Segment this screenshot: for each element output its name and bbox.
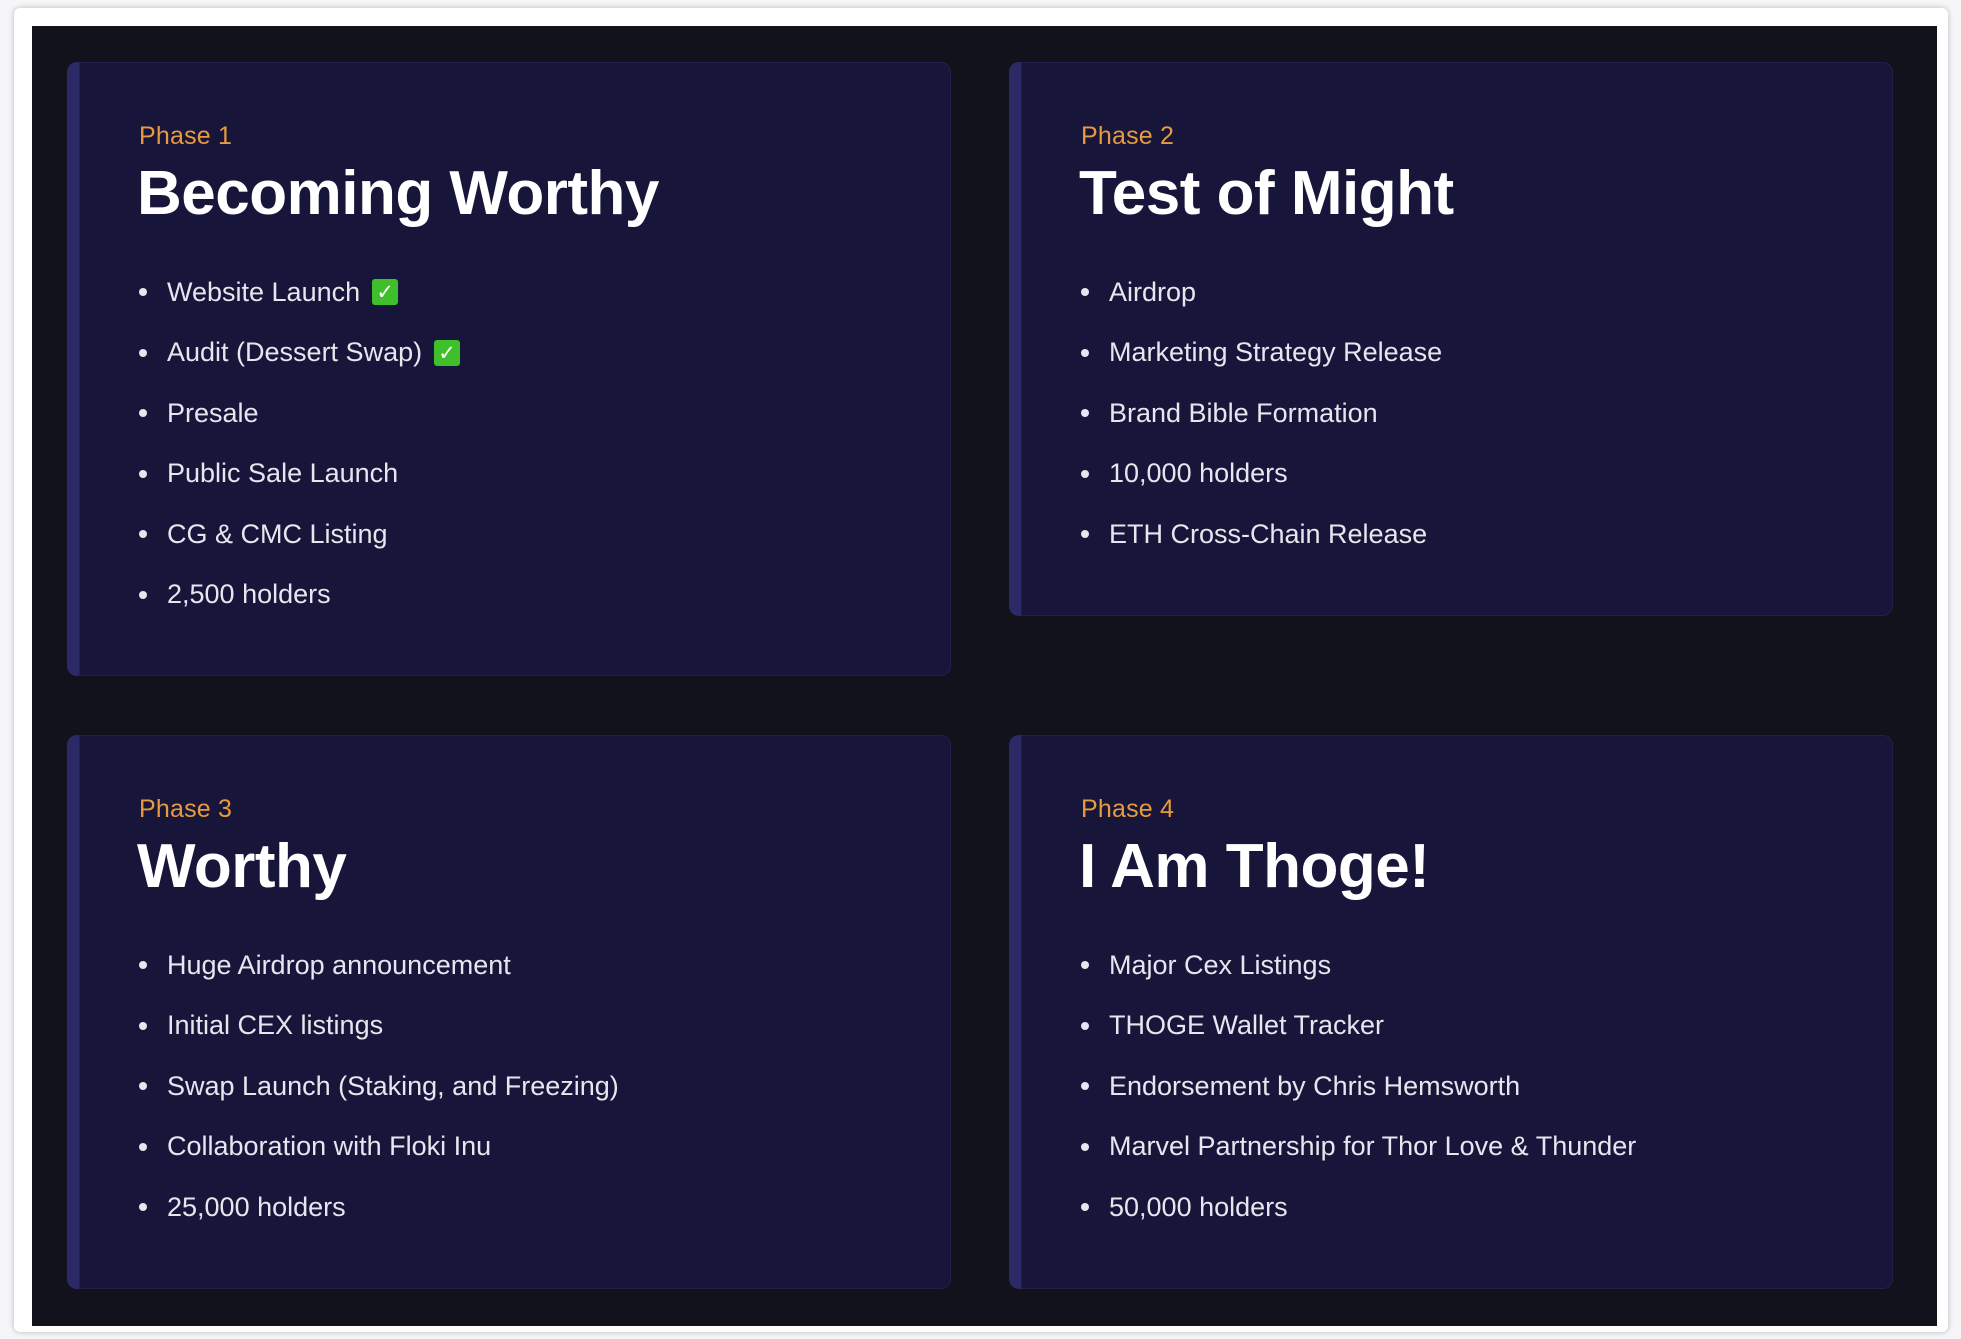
phase-item-list: Major Cex Listings THOGE Wallet Tracker En… <box>1081 935 1636 1238</box>
phase-label: Phase 3 <box>139 795 233 823</box>
phase-title: I Am Thoge! <box>1079 832 1430 901</box>
list-item-text: 10,000 holders <box>1109 458 1288 489</box>
list-item: Endorsement by Chris Hemsworth <box>1081 1056 1636 1117</box>
list-item-text: 25,000 holders <box>167 1191 346 1222</box>
bullet-icon <box>139 590 147 599</box>
list-item-text: CG & CMC Listing <box>167 518 388 549</box>
list-item: 50,000 holders <box>1081 1177 1636 1238</box>
bullet-icon <box>1081 288 1089 297</box>
list-item: Major Cex Listings <box>1081 935 1636 996</box>
list-item-text: Endorsement by Chris Hemsworth <box>1109 1070 1521 1101</box>
phase-title: Becoming Worthy <box>137 159 659 228</box>
bullet-icon <box>1081 961 1089 970</box>
check-mark-icon: ✓ <box>372 279 399 306</box>
phase-card-3: Phase 3 Worthy Huge Airdrop announcement… <box>67 735 951 1289</box>
phase-card-4: Phase 4 I Am Thoge! Major Cex Listings TH… <box>1009 735 1893 1289</box>
list-item-text: Public Sale Launch <box>167 458 399 489</box>
bullet-icon <box>1081 1142 1089 1151</box>
phase-label: Phase 2 <box>1081 122 1175 150</box>
phase-item-list: Website Launch ✓ Audit (Dessert Swap) ✓ Pres… <box>139 262 461 626</box>
list-item: CG & CMC Listing <box>139 504 460 565</box>
bullet-icon <box>139 1021 147 1030</box>
list-item-text: 50,000 holders <box>1109 1191 1288 1222</box>
bullet-icon <box>139 409 147 418</box>
bullet-icon <box>1081 469 1089 478</box>
list-item: Huge Airdrop announcement <box>139 935 619 996</box>
list-item: Audit (Dessert Swap) ✓ <box>139 323 461 384</box>
list-item: Collaboration with Floki Inu <box>139 1117 619 1178</box>
list-item: Swap Launch (Staking, and Freezing) <box>139 1056 619 1117</box>
list-item: THOGE Wallet Tracker <box>1081 996 1636 1057</box>
list-item: Brand Bible Formation <box>1081 383 1442 444</box>
list-item-text: Major Cex Listings <box>1109 949 1332 980</box>
bullet-icon <box>139 469 147 478</box>
list-item-text: Brand Bible Formation <box>1109 397 1378 428</box>
list-item-text: Marketing Strategy Release <box>1109 337 1443 368</box>
list-item-text: Audit (Dessert Swap) <box>167 337 423 368</box>
list-item-text: Presale <box>167 397 259 428</box>
bullet-icon <box>139 1082 147 1091</box>
bullet-icon <box>139 530 147 539</box>
list-item: Website Launch ✓ <box>139 262 460 323</box>
list-item: 25,000 holders <box>139 1177 619 1238</box>
phase-item-list: Huge Airdrop announcement Initial CEX lis… <box>139 935 619 1238</box>
phase-label: Phase 4 <box>1081 795 1175 823</box>
list-item-text: ETH Cross-Chain Release <box>1109 518 1428 549</box>
list-item: Marvel Partnership for Thor Love & Thund… <box>1081 1117 1636 1178</box>
list-item: 2,500 holders <box>139 565 460 626</box>
list-item-text: THOGE Wallet Tracker <box>1109 1010 1385 1041</box>
phase-title: Worthy <box>137 832 347 901</box>
bullet-icon <box>139 1142 147 1151</box>
list-item-text: Swap Launch (Staking, and Freezing) <box>167 1070 619 1101</box>
phase-card-1: Phase 1 Becoming Worthy Website Launch ✓ A… <box>67 62 951 676</box>
bullet-icon <box>139 348 147 357</box>
list-item-text: Huge Airdrop announcement <box>167 949 511 980</box>
bullet-icon <box>139 1203 147 1212</box>
list-item: Public Sale Launch <box>139 444 460 505</box>
list-item: Initial CEX listings <box>139 996 619 1057</box>
bullet-icon <box>1081 348 1089 357</box>
check-mark-icon: ✓ <box>434 339 461 366</box>
bullet-icon <box>139 961 147 970</box>
bullet-icon <box>1081 1203 1089 1212</box>
bullet-icon <box>1081 1082 1089 1091</box>
phase-label: Phase 1 <box>139 122 233 150</box>
list-item-text: Marvel Partnership for Thor Love & Thund… <box>1109 1131 1637 1162</box>
phase-title: Test of Might <box>1079 159 1454 228</box>
list-item: Presale <box>139 383 460 444</box>
phase-item-list: Airdrop Marketing Strategy Release Brand B… <box>1081 262 1442 565</box>
list-item-text: Initial CEX listings <box>167 1010 384 1041</box>
list-item: 10,000 holders <box>1081 444 1442 505</box>
phase-card-2: Phase 2 Test of Might Airdrop Marketing S… <box>1009 62 1893 616</box>
bullet-icon <box>1081 409 1089 418</box>
list-item-text: Collaboration with Floki Inu <box>167 1131 492 1162</box>
bullet-icon <box>1081 1021 1089 1030</box>
list-item: Airdrop <box>1081 262 1442 323</box>
list-item-text: Airdrop <box>1109 276 1197 307</box>
list-item: Marketing Strategy Release <box>1081 323 1442 384</box>
bullet-icon <box>139 288 147 297</box>
bullet-icon <box>1081 530 1089 539</box>
list-item-text: 2,500 holders <box>167 579 331 610</box>
list-item-text: Website Launch <box>167 276 361 307</box>
list-item: ETH Cross-Chain Release <box>1081 504 1442 565</box>
